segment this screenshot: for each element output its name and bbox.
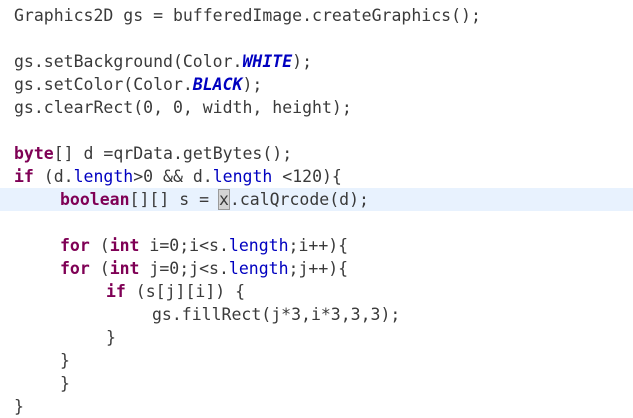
closing-brace: } bbox=[60, 351, 70, 370]
code-line-8[interactable]: if (d.length>0 && d.length <120){ bbox=[0, 165, 633, 188]
keyword-boolean: boolean bbox=[60, 190, 130, 209]
code-text: ( bbox=[89, 259, 110, 278]
code-text: ;j++){ bbox=[288, 259, 349, 278]
code-text: ;i++){ bbox=[288, 236, 349, 255]
code-text: >0 && d. bbox=[133, 167, 213, 186]
code-line-13[interactable]: if (s[j][i]) { bbox=[0, 280, 633, 303]
field-length: length bbox=[228, 236, 289, 255]
code-line-14[interactable]: gs.fillRect(j*3,i*3,3,3); bbox=[0, 303, 633, 326]
code-line-5[interactable]: gs.clearRect(0, 0, width, height); bbox=[0, 96, 633, 119]
keyword-if: if bbox=[14, 167, 34, 186]
code-text: <120){ bbox=[272, 167, 342, 186]
code-text: gs.setBackground(Color. bbox=[14, 52, 243, 71]
code-editor[interactable]: Graphics2D gs = bufferedImage.createGrap… bbox=[0, 0, 633, 418]
code-line-17[interactable]: } bbox=[0, 372, 633, 395]
field-length: length bbox=[228, 259, 289, 278]
code-line-3[interactable]: gs.setBackground(Color.WHITE); bbox=[0, 50, 633, 73]
code-text: [] d =qrData.getBytes(); bbox=[53, 144, 293, 163]
closing-brace: } bbox=[14, 397, 24, 416]
field-length: length bbox=[212, 167, 273, 186]
code-text: ); bbox=[242, 75, 263, 94]
code-line-11[interactable]: for (int i=0;i<s.length;i++){ bbox=[0, 234, 633, 257]
code-text: i=0;i<s. bbox=[139, 236, 229, 255]
keyword-for: for bbox=[60, 259, 90, 278]
code-line-4[interactable]: gs.setColor(Color.BLACK); bbox=[0, 73, 633, 96]
code-text: (s[j][i]) { bbox=[125, 282, 246, 301]
field-length: length bbox=[73, 167, 134, 186]
code-text: (d. bbox=[33, 167, 74, 186]
code-text: [][] s = bbox=[129, 190, 219, 209]
code-text: ( bbox=[89, 236, 110, 255]
keyword-byte: byte bbox=[14, 144, 54, 163]
code-text: Graphics2D gs = bufferedImage.createGrap… bbox=[14, 6, 481, 25]
code-text: gs.fillRect(j*3,i*3,3,3); bbox=[152, 305, 401, 324]
keyword-int: int bbox=[109, 259, 140, 278]
code-text: gs.setColor(Color. bbox=[14, 75, 193, 94]
code-text: .calQrcode(d); bbox=[229, 190, 369, 209]
keyword-for: for bbox=[60, 236, 90, 255]
code-text: gs.clearRect(0, 0, width, height); bbox=[14, 98, 352, 117]
selected-identifier[interactable]: x bbox=[217, 189, 230, 210]
code-text: ); bbox=[292, 52, 313, 71]
constant-white: WHITE bbox=[242, 52, 293, 71]
code-line-16[interactable]: } bbox=[0, 349, 633, 372]
code-line-15[interactable]: } bbox=[0, 326, 633, 349]
code-line-18[interactable]: } bbox=[0, 395, 633, 418]
closing-brace: } bbox=[106, 328, 116, 347]
code-line-9-current[interactable]: boolean[][] s = x.calQrcode(d); bbox=[0, 188, 633, 211]
code-line-7[interactable]: byte[] d =qrData.getBytes(); bbox=[0, 142, 633, 165]
code-text: j=0;j<s. bbox=[139, 259, 229, 278]
closing-brace: } bbox=[60, 374, 70, 393]
code-line-12[interactable]: for (int j=0;j<s.length;j++){ bbox=[0, 257, 633, 280]
keyword-int: int bbox=[109, 236, 140, 255]
constant-black: BLACK bbox=[192, 75, 243, 94]
code-line-1[interactable]: Graphics2D gs = bufferedImage.createGrap… bbox=[0, 4, 633, 27]
keyword-if: if bbox=[106, 282, 126, 301]
